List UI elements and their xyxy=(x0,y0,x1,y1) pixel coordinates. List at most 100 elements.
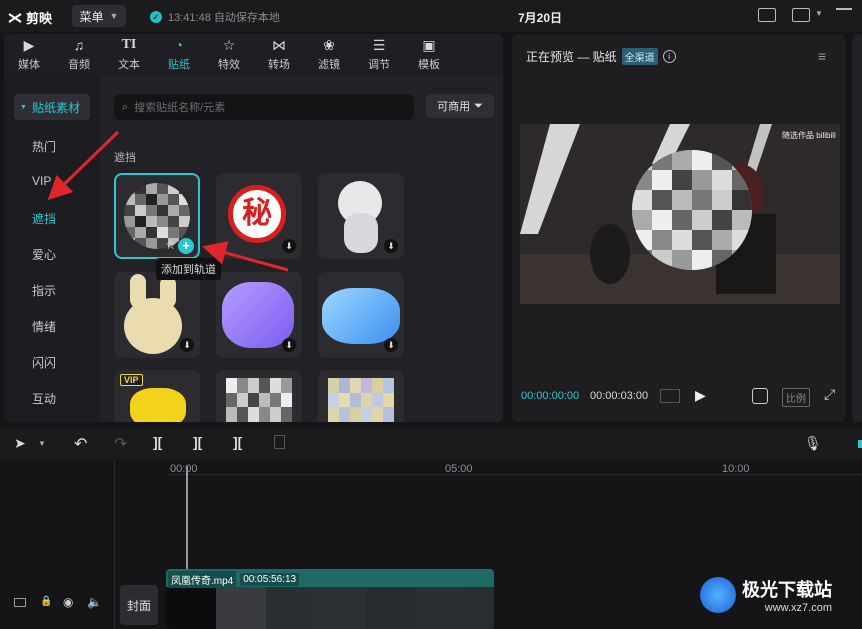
delete-icon xyxy=(274,435,285,449)
save-status: ✓ 13:41:48 自动保存本地 xyxy=(150,9,280,25)
color-mosaic-sticker[interactable] xyxy=(318,370,404,422)
timeline-grid-icon[interactable] xyxy=(660,389,680,403)
category-header[interactable]: ▼ 贴纸素材 xyxy=(14,94,90,120)
preview-panel: 正在预览 — 贴纸 全渠道 i ≡ 随选作品 bilibili 00:00:00… xyxy=(512,34,846,422)
trim-right-icon[interactable]: ][ xyxy=(233,434,242,450)
video-watermark-text: 随选作品 bilibili xyxy=(782,131,836,140)
eye-icon[interactable]: ◉ xyxy=(63,595,73,609)
redo-icon: ↷ xyxy=(114,436,128,453)
tab-adjust[interactable]: ☰ 调节 xyxy=(354,34,404,76)
check-icon: ✓ xyxy=(150,11,162,23)
info-icon[interactable]: i xyxy=(662,50,676,63)
preview-title: 正在预览 — 贴纸 xyxy=(526,50,617,64)
tab-label: 音频 xyxy=(68,59,90,71)
category-pointer[interactable]: 指示 xyxy=(32,282,56,299)
search-placeholder: 搜索贴纸名称/元素 xyxy=(134,102,226,114)
screenshot-icon[interactable] xyxy=(752,388,768,404)
category-emotion[interactable]: 情绪 xyxy=(32,318,56,335)
menu-button[interactable]: 菜单 ▼ xyxy=(72,5,126,27)
category-occlusion[interactable]: 遮挡 xyxy=(32,210,56,227)
track-header-divider xyxy=(114,460,115,629)
category-interaction[interactable]: 互动 xyxy=(32,390,56,407)
secret-stamp-image: 秘 xyxy=(228,185,286,243)
undo-icon[interactable]: ↶ xyxy=(74,434,87,454)
category-heart[interactable]: 爱心 xyxy=(32,246,56,263)
download-icon[interactable]: ⬇ xyxy=(384,338,398,352)
transition-icon: ⋈ xyxy=(272,37,286,53)
fullscreen-icon[interactable]: ⤢ xyxy=(824,386,835,403)
filter-icon: ❀ xyxy=(323,37,335,53)
purple-cat-sticker[interactable]: ⬇ xyxy=(216,272,302,358)
select-cursor-icon[interactable]: ➤ xyxy=(14,435,26,452)
text-icon: TI xyxy=(121,37,137,52)
site-logo-icon xyxy=(700,577,736,613)
dog-body-image xyxy=(344,213,378,253)
cover-button[interactable]: 封面 xyxy=(120,585,158,625)
blue-cat-image xyxy=(322,288,400,344)
blue-cat-sticker[interactable]: ⬇ xyxy=(318,272,404,358)
secret-stamp-sticker[interactable]: 秘 ⬇ xyxy=(216,173,302,259)
clip-name: 凤凰传奇.mp4 xyxy=(168,571,237,588)
tab-transition[interactable]: ⋈ 转场 xyxy=(254,34,304,76)
triangle-down-icon: ▼ xyxy=(20,103,27,111)
download-icon[interactable]: ⬇ xyxy=(282,239,296,253)
tab-label: 文本 xyxy=(118,59,140,71)
trim-left-icon[interactable]: ][ xyxy=(193,434,202,450)
material-toolbar: ▶ 媒体 ♫ 音频 TI 文本 ◔ 贴纸 ☆ 特效 ⋈ 转场 ❀ 滤镜 ☰ 调节 ▣ 模板 xyxy=(4,34,503,76)
track-video-icon[interactable] xyxy=(14,598,26,607)
yellow-chick-sticker[interactable]: VIP xyxy=(114,370,200,422)
tab-filter[interactable]: ❀ 滤镜 xyxy=(304,34,354,76)
add-to-track-tooltip: 添加到轨道 xyxy=(156,258,221,280)
app-logo: 剪映 xyxy=(8,8,52,27)
keyboard-icon[interactable] xyxy=(758,8,776,22)
download-icon[interactable]: ⬇ xyxy=(282,338,296,352)
star-icon[interactable]: ☆ xyxy=(165,238,176,252)
tab-media[interactable]: ▶ 媒体 xyxy=(4,34,54,76)
filter-label: 可商用 xyxy=(437,101,471,113)
download-icon[interactable]: ⬇ xyxy=(180,338,194,352)
channel-badge: 全渠道 xyxy=(621,48,658,65)
commercial-filter-button[interactable]: 可商用 ⏷ xyxy=(426,94,494,118)
tab-text[interactable]: TI 文本 xyxy=(104,34,154,76)
white-dog-sticker[interactable]: ⬇ xyxy=(318,173,404,259)
mosaic-sticker-overlay[interactable] xyxy=(632,150,752,270)
minimize-icon[interactable] xyxy=(836,8,852,10)
bunny-sticker[interactable]: ⬇ xyxy=(114,272,200,358)
split-icon[interactable]: ][ xyxy=(153,434,162,450)
total-time: 00:00:03:00 xyxy=(590,390,649,402)
microphone-icon[interactable]: 🎙 xyxy=(804,435,822,452)
color-mosaic-image xyxy=(328,378,394,422)
accent-toggle[interactable] xyxy=(858,440,862,448)
category-hot[interactable]: 热门 xyxy=(32,138,56,155)
vip-badge: VIP xyxy=(120,374,143,386)
category-vip[interactable]: VIP xyxy=(32,174,51,188)
speaker-icon[interactable]: 🔈 xyxy=(87,595,102,609)
add-to-track-button[interactable]: + xyxy=(178,238,194,254)
watermark-url: www.xz7.com xyxy=(764,602,832,614)
tab-sticker[interactable]: ◔ 贴纸 xyxy=(154,34,204,76)
funnel-icon: ⏷ xyxy=(474,99,483,112)
layout-icon[interactable] xyxy=(792,8,810,22)
hamburger-icon[interactable]: ≡ xyxy=(818,48,826,64)
tab-template[interactable]: ▣ 模板 xyxy=(404,34,454,76)
download-icon[interactable]: ⬇ xyxy=(384,239,398,253)
cursor-chevron-icon[interactable]: ▼ xyxy=(38,439,46,448)
ratio-button[interactable]: 比例 xyxy=(782,388,810,407)
ruler-label: 00:00 xyxy=(170,463,198,475)
mosaic-square-sticker[interactable] xyxy=(216,370,302,422)
purple-cat-image xyxy=(222,282,294,348)
search-input[interactable]: ⌕ 搜索贴纸名称/元素 xyxy=(114,94,414,120)
layout-chevron-icon[interactable]: ▼ xyxy=(815,9,823,18)
preview-header: 正在预览 — 贴纸 全渠道 i xyxy=(526,48,676,65)
video-preview[interactable]: 随选作品 bilibili xyxy=(520,124,840,304)
tab-label: 滤镜 xyxy=(318,59,340,71)
tab-audio[interactable]: ♫ 音频 xyxy=(54,34,104,76)
project-title: 7月20日 xyxy=(518,11,563,25)
lock-icon[interactable]: 🔒 xyxy=(40,596,52,607)
clip-label: 凤凰传奇.mp4 00:05:56:13 xyxy=(168,571,300,588)
category-sparkle[interactable]: 闪闪 xyxy=(32,354,56,371)
mosaic-circle-sticker[interactable]: ☆ + xyxy=(114,173,200,259)
ruler-baseline xyxy=(166,474,862,475)
tab-effects[interactable]: ☆ 特效 xyxy=(204,34,254,76)
play-icon[interactable]: ▶ xyxy=(695,387,706,404)
